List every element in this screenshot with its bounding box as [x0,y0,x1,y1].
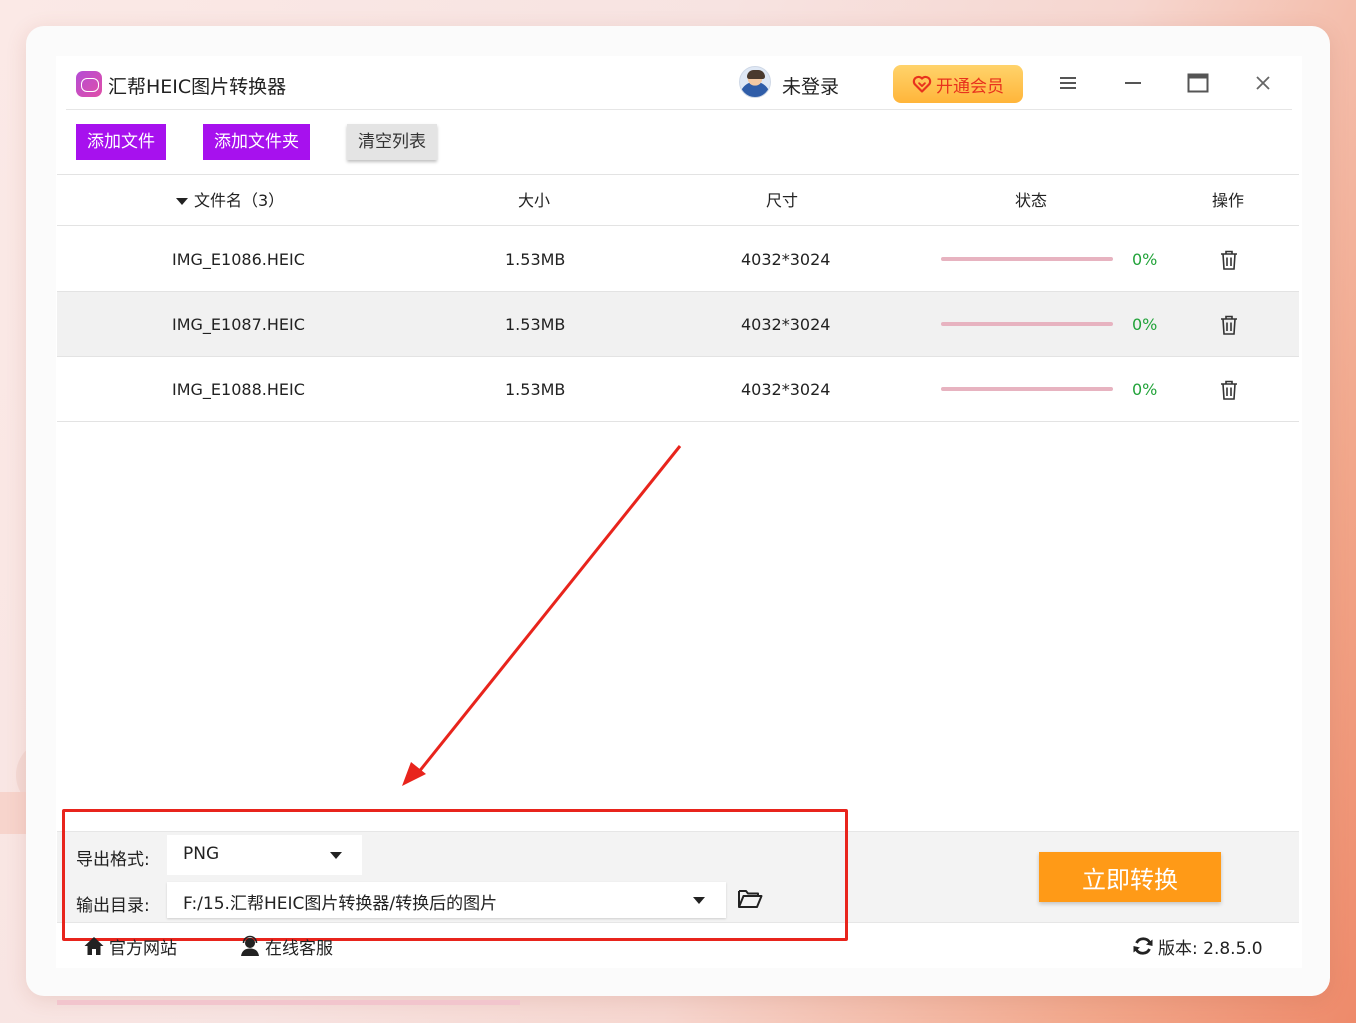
app-title: 汇帮HEIC图片转换器 [108,76,287,98]
file-name: IMG_E1086.HEIC [172,250,305,269]
progress-bar [941,387,1113,391]
trash-icon[interactable] [1218,249,1240,271]
column-header-name[interactable]: 文件名（3） [176,175,284,227]
heart-icon [912,75,932,93]
title-divider [66,109,1292,110]
column-header-status: 状态 [1015,191,1048,210]
progress-percent: 0% [1132,380,1158,399]
format-label: 导出格式: [76,850,150,870]
column-header-dimensions: 尺寸 [766,191,799,210]
version-label: 版本: 2.8.5.0 [1158,938,1263,959]
output-dir-value: F:/15.汇帮HEIC图片转换器/转换后的图片 [183,894,498,914]
version-info: 版本: 2.8.5.0 [1132,933,1263,959]
login-status[interactable]: 未登录 [782,72,839,99]
format-value: PNG [183,844,220,864]
trash-icon[interactable] [1218,314,1240,336]
clear-list-button[interactable]: 清空列表 [347,124,437,160]
website-label: 官方网站 [109,938,177,959]
title-bar: 汇帮HEIC图片转换器 未登录 开通会员 [56,56,1302,110]
column-header-name-label: 文件名（3） [194,191,285,210]
support-icon [241,935,259,956]
refresh-icon[interactable] [1132,935,1154,957]
file-size: 1.53MB [505,380,566,399]
close-icon[interactable] [1248,68,1278,98]
minimize-icon[interactable] [1118,68,1148,98]
file-name: IMG_E1088.HEIC [172,380,305,399]
progress-bar [941,257,1113,261]
file-size: 1.53MB [505,315,566,334]
trash-icon[interactable] [1218,379,1240,401]
progress-percent: 0% [1132,250,1158,269]
dropdown-icon [330,852,342,859]
progress-bar [941,322,1113,326]
file-dimensions: 4032*3024 [741,380,831,399]
add-file-button[interactable]: 添加文件 [76,124,166,160]
background-decoration [57,1000,520,1005]
table-row[interactable]: IMG_E1086.HEIC 1.53MB 4032*3024 0% [57,227,1299,292]
column-header-size: 大小 [518,191,551,210]
home-icon [84,937,104,955]
vip-button[interactable]: 开通会员 [893,65,1023,103]
file-size: 1.53MB [505,250,566,269]
menu-icon[interactable] [1053,68,1083,98]
vip-label: 开通会员 [936,76,1004,97]
output-dir-select[interactable]: F:/15.汇帮HEIC图片转换器/转换后的图片 [167,882,726,918]
maximize-icon[interactable] [1183,68,1213,98]
support-link[interactable]: 在线客服 [239,933,333,959]
website-link[interactable]: 官方网站 [83,933,177,959]
progress-percent: 0% [1132,315,1158,334]
sort-caret-icon [176,197,188,205]
file-dimensions: 4032*3024 [741,250,831,269]
file-dimensions: 4032*3024 [741,315,831,334]
output-dir-label: 输出目录: [76,896,150,916]
table-row[interactable]: IMG_E1088.HEIC 1.53MB 4032*3024 0% [57,357,1299,422]
folder-icon[interactable] [737,887,763,911]
table-row[interactable]: IMG_E1087.HEIC 1.53MB 4032*3024 0% [57,292,1299,357]
table-header: 文件名（3） 大小 尺寸 状态 操作 [57,174,1299,226]
app-window: 汇帮HEIC图片转换器 未登录 开通会员 添加文件 添加文件夹 清空列表 文件名… [56,56,1302,968]
column-header-action: 操作 [1212,191,1245,210]
format-select[interactable]: PNG [167,835,362,875]
add-folder-button[interactable]: 添加文件夹 [203,124,310,160]
support-label: 在线客服 [265,938,333,959]
convert-button[interactable]: 立即转换 [1039,852,1221,902]
avatar[interactable] [739,66,771,98]
app-logo-icon [76,71,102,97]
dropdown-icon [693,897,705,904]
file-name: IMG_E1087.HEIC [172,315,305,334]
